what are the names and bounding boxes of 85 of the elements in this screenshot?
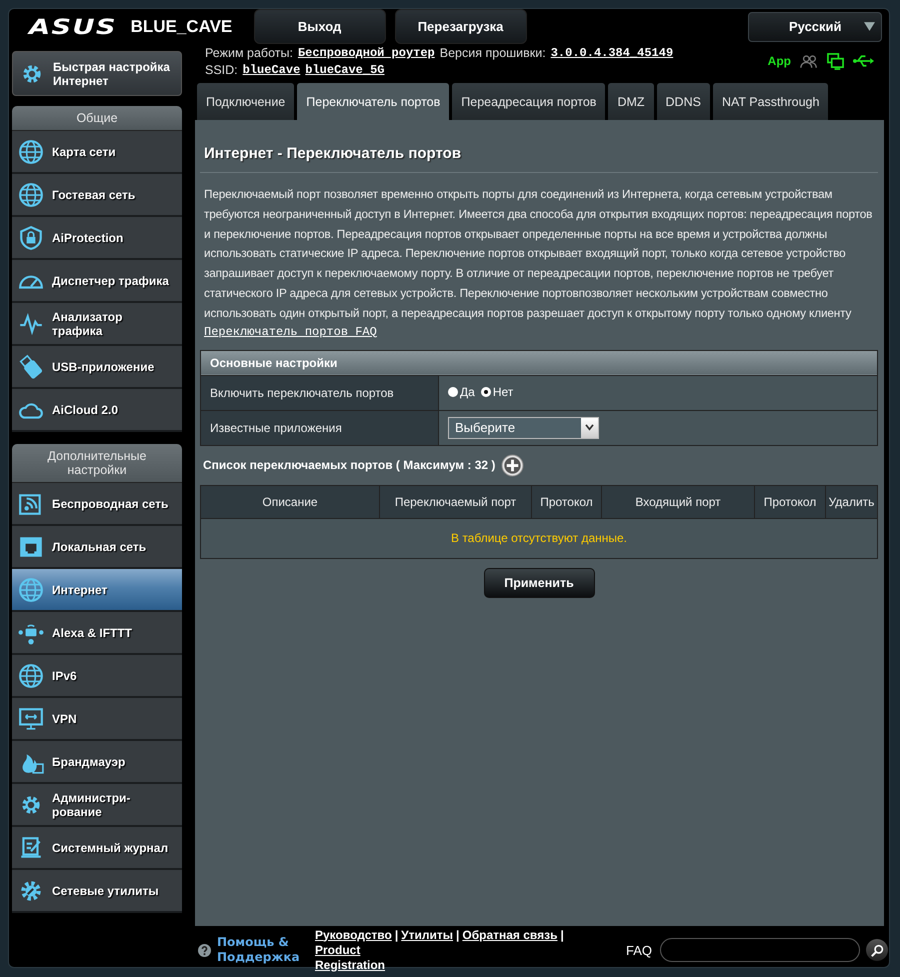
radio-button[interactable] [480, 387, 491, 398]
pulse-icon [18, 310, 44, 336]
sidebar-item[interactable]: Системный журнал [12, 827, 182, 870]
globe-icon [18, 576, 44, 602]
quick-setup-button[interactable]: Быстрая настройка Интернет [12, 51, 182, 96]
sidebar-item[interactable]: Диспетчер трафика [12, 260, 182, 303]
add-icon[interactable] [501, 454, 524, 477]
sidebar-section-header: Общие [12, 106, 182, 131]
link-separator: | [560, 928, 564, 942]
faq-link[interactable]: Переключатель портов FAQ [204, 324, 377, 339]
firmware-link[interactable]: 3.0.0.4.384_45149 [550, 46, 674, 60]
usb-icon[interactable] [853, 54, 874, 68]
sidebar-item[interactable]: Беспроводная сеть [12, 483, 182, 526]
list-title: Список переключаемых портов ( Максимум : 32 ) [203, 458, 496, 472]
ssid-link[interactable]: blueCave [242, 63, 300, 77]
apply-button[interactable]: Применить [484, 568, 594, 598]
column-header: Входящий порт [602, 485, 754, 518]
footer-link[interactable]: Утилиты [401, 928, 454, 942]
tab[interactable]: DMZ [608, 83, 654, 120]
sidebar-item[interactable]: USB-приложение [12, 346, 182, 389]
radio-label: Да [460, 385, 475, 400]
page-title: Интернет - Переключатель портов [200, 120, 878, 173]
sidebar-item[interactable]: Администри- рование [12, 784, 182, 827]
sidebar-item[interactable]: Сетевые утилиты [12, 870, 182, 913]
column-header: Удалить [826, 485, 878, 518]
ssid-label: SSID: [205, 63, 238, 77]
footer-link[interactable]: Обратная связь [462, 928, 558, 942]
setting-label: Известные приложения [200, 410, 438, 446]
sidebar-item[interactable]: Брандмауэр [12, 741, 182, 784]
sidebar-item[interactable]: Интернет [12, 569, 182, 612]
description-text: Переключаемый порт позволяет временно открыть порты для соединений из Интернета, когда сетевым устройствам требуются неограниченный доступ в Интернет. Имеется два способа для открытия входящих портов: переадресация портов и переключение портов. Переадресация портов открывает определенные порты на все время и устройства должны использовать статические IP адреса. Переключение портов открывает входящий порт, только когда сетевое устройство запрашивает доступ к переключаемому порту. В отличие от переадресации портов, переключение портов не требует статического IP адреса для сетевых устройств. Переключение портовпозволяет нескольким устройствам совместно использовать один открытый порт, а переадресация портов разрешает доступ к открытому порту только одному клиенту [204, 186, 874, 322]
help-icon [198, 944, 211, 956]
tab[interactable]: DDNS [656, 83, 710, 120]
brand-logo: ASUS [29, 14, 117, 38]
dropdown-arrow-icon [864, 22, 875, 31]
search-button[interactable] [866, 939, 888, 961]
footer-link[interactable]: Product Registration [315, 942, 386, 972]
sidebar-item[interactable]: VPN [12, 698, 182, 741]
sidebar-item[interactable]: Гостевая сеть [12, 174, 182, 217]
globe-icon [18, 662, 44, 688]
help-link[interactable]: Помощь & Поддержка [217, 935, 300, 965]
column-header: Протокол [532, 485, 602, 518]
header-button[interactable]: Выход [254, 9, 386, 44]
sidebar-item[interactable]: Alexa & IFTTT [12, 612, 182, 655]
mode-label: Режим работы: [205, 46, 293, 60]
sidebar-section-header: Дополнительные настройки [12, 444, 182, 483]
column-header: Переключаемый порт [380, 485, 532, 518]
setting-label: Включить переключатель портов [200, 375, 438, 410]
section-header: Основные настройки [200, 350, 878, 376]
tab[interactable]: NAT Passthrough [712, 83, 828, 120]
search-field[interactable] [660, 938, 860, 962]
faq-label: FAQ [626, 942, 652, 958]
sidebar-item[interactable]: Локальная сеть [12, 526, 182, 569]
link-separator: | [394, 928, 398, 942]
monitor-icon[interactable] [827, 52, 844, 70]
link-separator: | [456, 928, 460, 942]
sidebar-item[interactable]: IPv6 [12, 655, 182, 698]
shield-lock-icon [18, 224, 44, 250]
usb-drive-icon [18, 354, 44, 380]
people-icon[interactable] [800, 54, 818, 68]
firmware-label: Версия прошивки: [440, 46, 546, 60]
globe-icon [18, 138, 44, 164]
tab[interactable]: Переключатель портов [297, 83, 450, 120]
sidebar-item[interactable]: Карта сети [12, 131, 182, 174]
tab[interactable]: Подключение [197, 83, 294, 120]
select-dropdown[interactable]: Выберите [448, 416, 599, 439]
tab[interactable]: Переадресация портов [452, 83, 606, 120]
header-button[interactable]: Перезагрузка [394, 9, 527, 44]
radio-button[interactable] [448, 387, 458, 398]
sidebar-item[interactable]: Анализатор трафика [12, 303, 182, 346]
radio-label: Нет [492, 385, 514, 400]
column-header: Описание [200, 485, 380, 518]
footer-link[interactable]: Руководство [315, 928, 392, 942]
globe-icon [18, 182, 44, 208]
search-icon [870, 944, 884, 956]
model-name: BLUE_CAVE [130, 16, 234, 36]
mode-link[interactable]: Беспроводной роутер [298, 46, 435, 60]
column-header: Протокол [754, 485, 826, 518]
ssid-link[interactable]: blueCave_5G [305, 63, 384, 77]
app-link[interactable]: App [768, 54, 791, 68]
language-select[interactable]: Русский [748, 12, 882, 42]
sidebar-item[interactable]: AiProtection [12, 217, 182, 260]
sidebar-item[interactable]: AiCloud 2.0 [12, 389, 182, 432]
monitor-icon [18, 706, 44, 732]
empty-message: В таблице отсутствуют данные. [200, 518, 878, 558]
